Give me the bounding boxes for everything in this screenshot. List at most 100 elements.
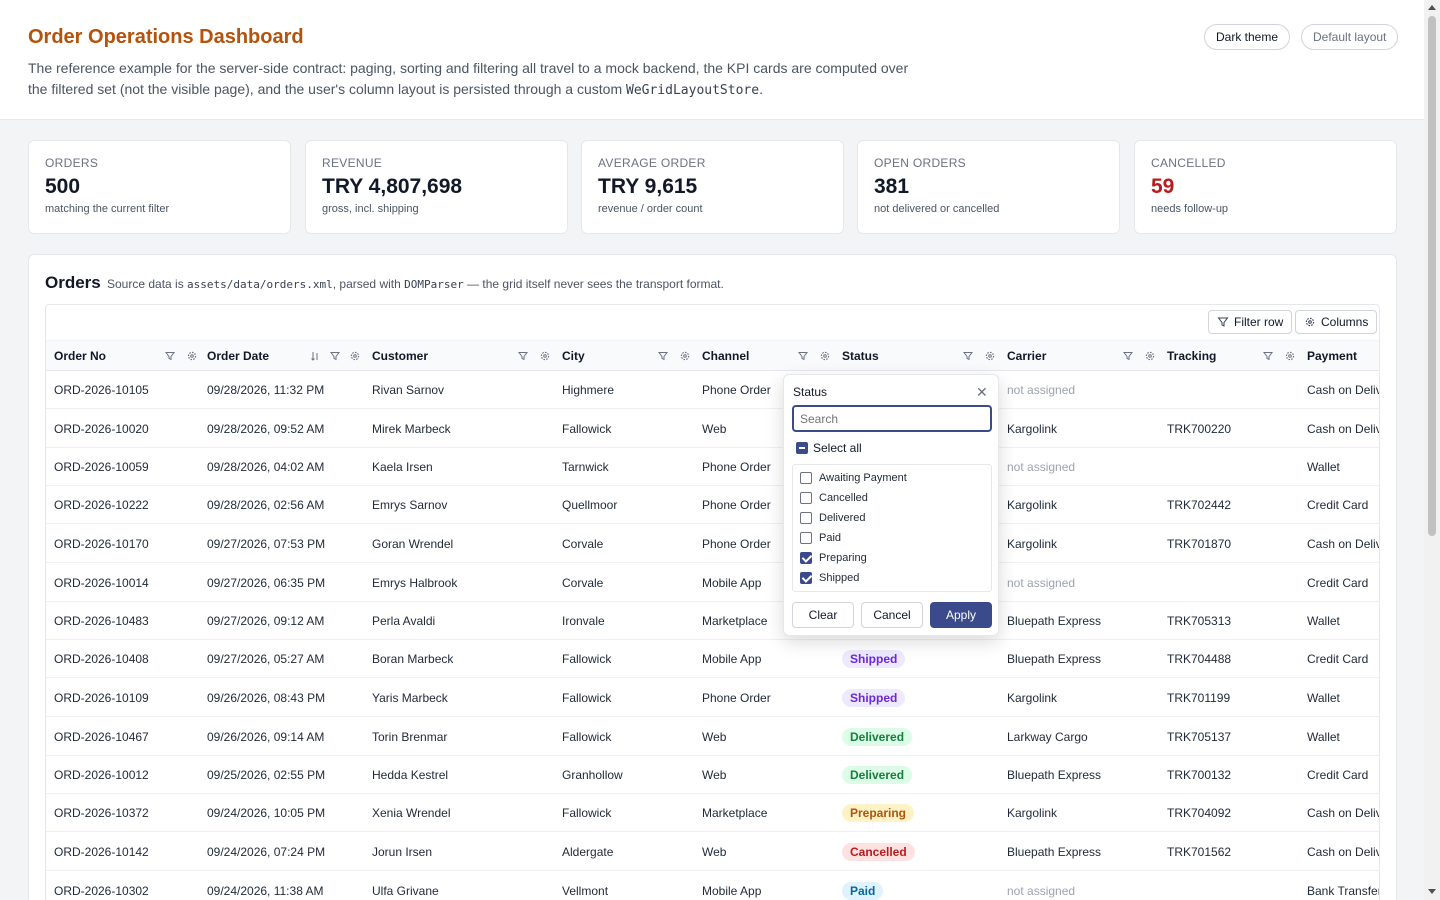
filter-row-label: Filter row (1234, 315, 1284, 329)
sort-icon[interactable] (309, 350, 321, 362)
kpi-subtitle: not delivered or cancelled (874, 203, 1000, 215)
cell-city: Vellmont (562, 884, 609, 898)
filter-row-button[interactable]: Filter row (1208, 310, 1293, 334)
column-menu-gear-icon[interactable] (539, 350, 551, 362)
cell-payment: Wallet (1307, 614, 1340, 628)
table-row[interactable]: ORD-2026-10222 09/28/2026, 02:56 AM Emrys … (46, 486, 1379, 524)
status-search-input[interactable] (792, 405, 992, 432)
table-row[interactable]: ORD-2026-10059 09/28/2026, 04:02 AM Kaela … (46, 448, 1379, 486)
unchecked-checkbox-icon[interactable] (800, 532, 812, 544)
cell-date: 09/27/2026, 05:27 AM (207, 652, 325, 666)
column-header-city[interactable]: City (554, 341, 585, 371)
cell-channel: Web (702, 845, 727, 859)
select-all-checkbox[interactable]: Select all (796, 439, 862, 457)
column-menu-gear-icon[interactable] (1284, 350, 1296, 362)
cell-customer: Jorun Irsen (372, 845, 433, 859)
cell-date: 09/27/2026, 06:35 PM (207, 576, 326, 590)
cell-order: ORD-2026-10170 (54, 537, 149, 551)
column-header-order-date[interactable]: Order Date (199, 341, 269, 371)
default-layout-button[interactable]: Default layout (1301, 24, 1399, 50)
cancel-button[interactable]: Cancel (861, 602, 923, 628)
dark-theme-button[interactable]: Dark theme (1204, 24, 1291, 50)
subtitle-code-parser: DOMParser (404, 278, 464, 291)
page-header: Order Operations Dashboard The reference… (0, 0, 1424, 120)
page-scrollbar[interactable] (1424, 0, 1440, 900)
apply-button[interactable]: Apply (930, 602, 992, 628)
column-header-status[interactable]: Status (834, 341, 879, 371)
cell-customer: Xenia Wrendel (372, 806, 451, 820)
column-menu-gear-icon[interactable] (1144, 350, 1156, 362)
column-filter-icon[interactable] (517, 350, 529, 362)
table-row[interactable]: ORD-2026-10012 09/25/2026, 02:55 PM Hedda … (46, 756, 1379, 794)
page-title: Order Operations Dashboard (28, 26, 304, 48)
column-filter-icon[interactable] (657, 350, 669, 362)
status-option-paid[interactable]: Paid (800, 530, 841, 546)
status-option-cancelled[interactable]: Cancelled (800, 490, 868, 506)
column-filter-icon[interactable] (164, 350, 176, 362)
column-filter-icon[interactable] (1122, 350, 1134, 362)
columns-button[interactable]: Columns (1295, 310, 1378, 334)
status-option-awaiting-payment[interactable]: Awaiting Payment (800, 470, 907, 486)
column-filter-icon[interactable] (329, 350, 341, 362)
column-filter-icon[interactable] (1262, 350, 1274, 362)
clear-button[interactable]: Clear (792, 602, 854, 628)
popup-title: Status (793, 385, 828, 399)
status-option-preparing[interactable]: Preparing (800, 550, 867, 566)
close-icon[interactable]: ✕ (976, 384, 988, 401)
scrollbar-thumb[interactable] (1428, 16, 1436, 536)
unchecked-checkbox-icon[interactable] (800, 472, 812, 484)
column-menu-gear-icon[interactable] (349, 350, 361, 362)
column-header-order-no[interactable]: Order No (46, 341, 106, 371)
cell-tracking (1159, 872, 1299, 900)
table-row[interactable]: ORD-2026-10142 09/24/2026, 07:24 PM Jorun … (46, 833, 1379, 871)
cell-customer: Yaris Marbeck (372, 691, 448, 705)
column-header-tracking[interactable]: Tracking (1159, 341, 1216, 371)
table-row[interactable]: ORD-2026-10372 09/24/2026, 10:05 PM Xenia … (46, 794, 1379, 832)
column-menu-gear-icon[interactable] (679, 350, 691, 362)
table-row[interactable]: ORD-2026-10408 09/27/2026, 05:27 AM Boran … (46, 640, 1379, 678)
cell-city: Fallowick (562, 806, 612, 820)
option-label: Preparing (819, 552, 867, 564)
table-row[interactable]: ORD-2026-10020 09/28/2026, 09:52 AM Mirek … (46, 410, 1379, 448)
cell-order: ORD-2026-10408 (54, 652, 149, 666)
status-option-delivered[interactable]: Delivered (800, 510, 865, 526)
column-menu-gear-icon[interactable] (186, 350, 198, 362)
cell-tracking: TRK704092 (1167, 806, 1232, 820)
cell-customer: Torin Brenmar (372, 730, 448, 744)
subtitle-code-path: assets/data/orders.xml (187, 278, 333, 291)
unchecked-checkbox-icon[interactable] (800, 512, 812, 524)
unchecked-checkbox-icon[interactable] (800, 492, 812, 504)
scroll-up-icon[interactable] (1428, 5, 1436, 10)
cell-date: 09/24/2026, 10:05 PM (207, 806, 326, 820)
table-row[interactable]: ORD-2026-10170 09/27/2026, 07:53 PM Goran … (46, 525, 1379, 563)
table-row[interactable]: ORD-2026-10105 09/28/2026, 11:32 PM Rivan … (46, 371, 1379, 409)
scroll-down-icon[interactable] (1428, 889, 1436, 894)
subtitle-text: , parsed with (332, 277, 405, 291)
indeterminate-checkbox-icon (796, 442, 808, 454)
option-label: Cancelled (819, 492, 868, 504)
cell-customer: Rivan Sarnov (372, 383, 445, 397)
cell-city: Highmere (562, 383, 615, 397)
table-row[interactable]: ORD-2026-10302 09/24/2026, 11:38 AM Ulfa G… (46, 872, 1379, 900)
column-header-customer[interactable]: Customer (364, 341, 428, 371)
status-option-shipped[interactable]: Shipped (800, 570, 859, 586)
checked-checkbox-icon[interactable] (800, 552, 812, 564)
table-row[interactable]: ORD-2026-10467 09/26/2026, 09:14 AM Torin … (46, 718, 1379, 756)
subtitle-text: — the grid itself never sees the transpo… (463, 277, 724, 291)
checked-checkbox-icon[interactable] (800, 572, 812, 584)
column-header-channel[interactable]: Channel (694, 341, 749, 371)
kpi-card-cancelled: CANCELLED 59 needs follow-up (1134, 140, 1397, 234)
table-row[interactable]: ORD-2026-10014 09/27/2026, 06:35 PM Emrys … (46, 564, 1379, 602)
option-label: Delivered (819, 512, 866, 524)
column-menu-gear-icon[interactable] (819, 350, 831, 362)
table-row[interactable]: ORD-2026-10109 09/26/2026, 08:43 PM Yaris … (46, 679, 1379, 717)
column-header-carrier[interactable]: Carrier (999, 341, 1046, 371)
status-badge: Shipped (842, 689, 906, 707)
column-menu-gear-icon[interactable] (984, 350, 996, 362)
table-row[interactable]: ORD-2026-10483 09/27/2026, 09:12 AM Perla … (46, 602, 1379, 640)
column-header-payment[interactable]: Payment (1299, 341, 1357, 371)
kpi-subtitle: needs follow-up (1151, 203, 1229, 215)
column-filter-icon[interactable] (797, 350, 809, 362)
column-filter-icon[interactable] (962, 350, 974, 362)
cell-payment: Credit Card (1307, 498, 1369, 512)
